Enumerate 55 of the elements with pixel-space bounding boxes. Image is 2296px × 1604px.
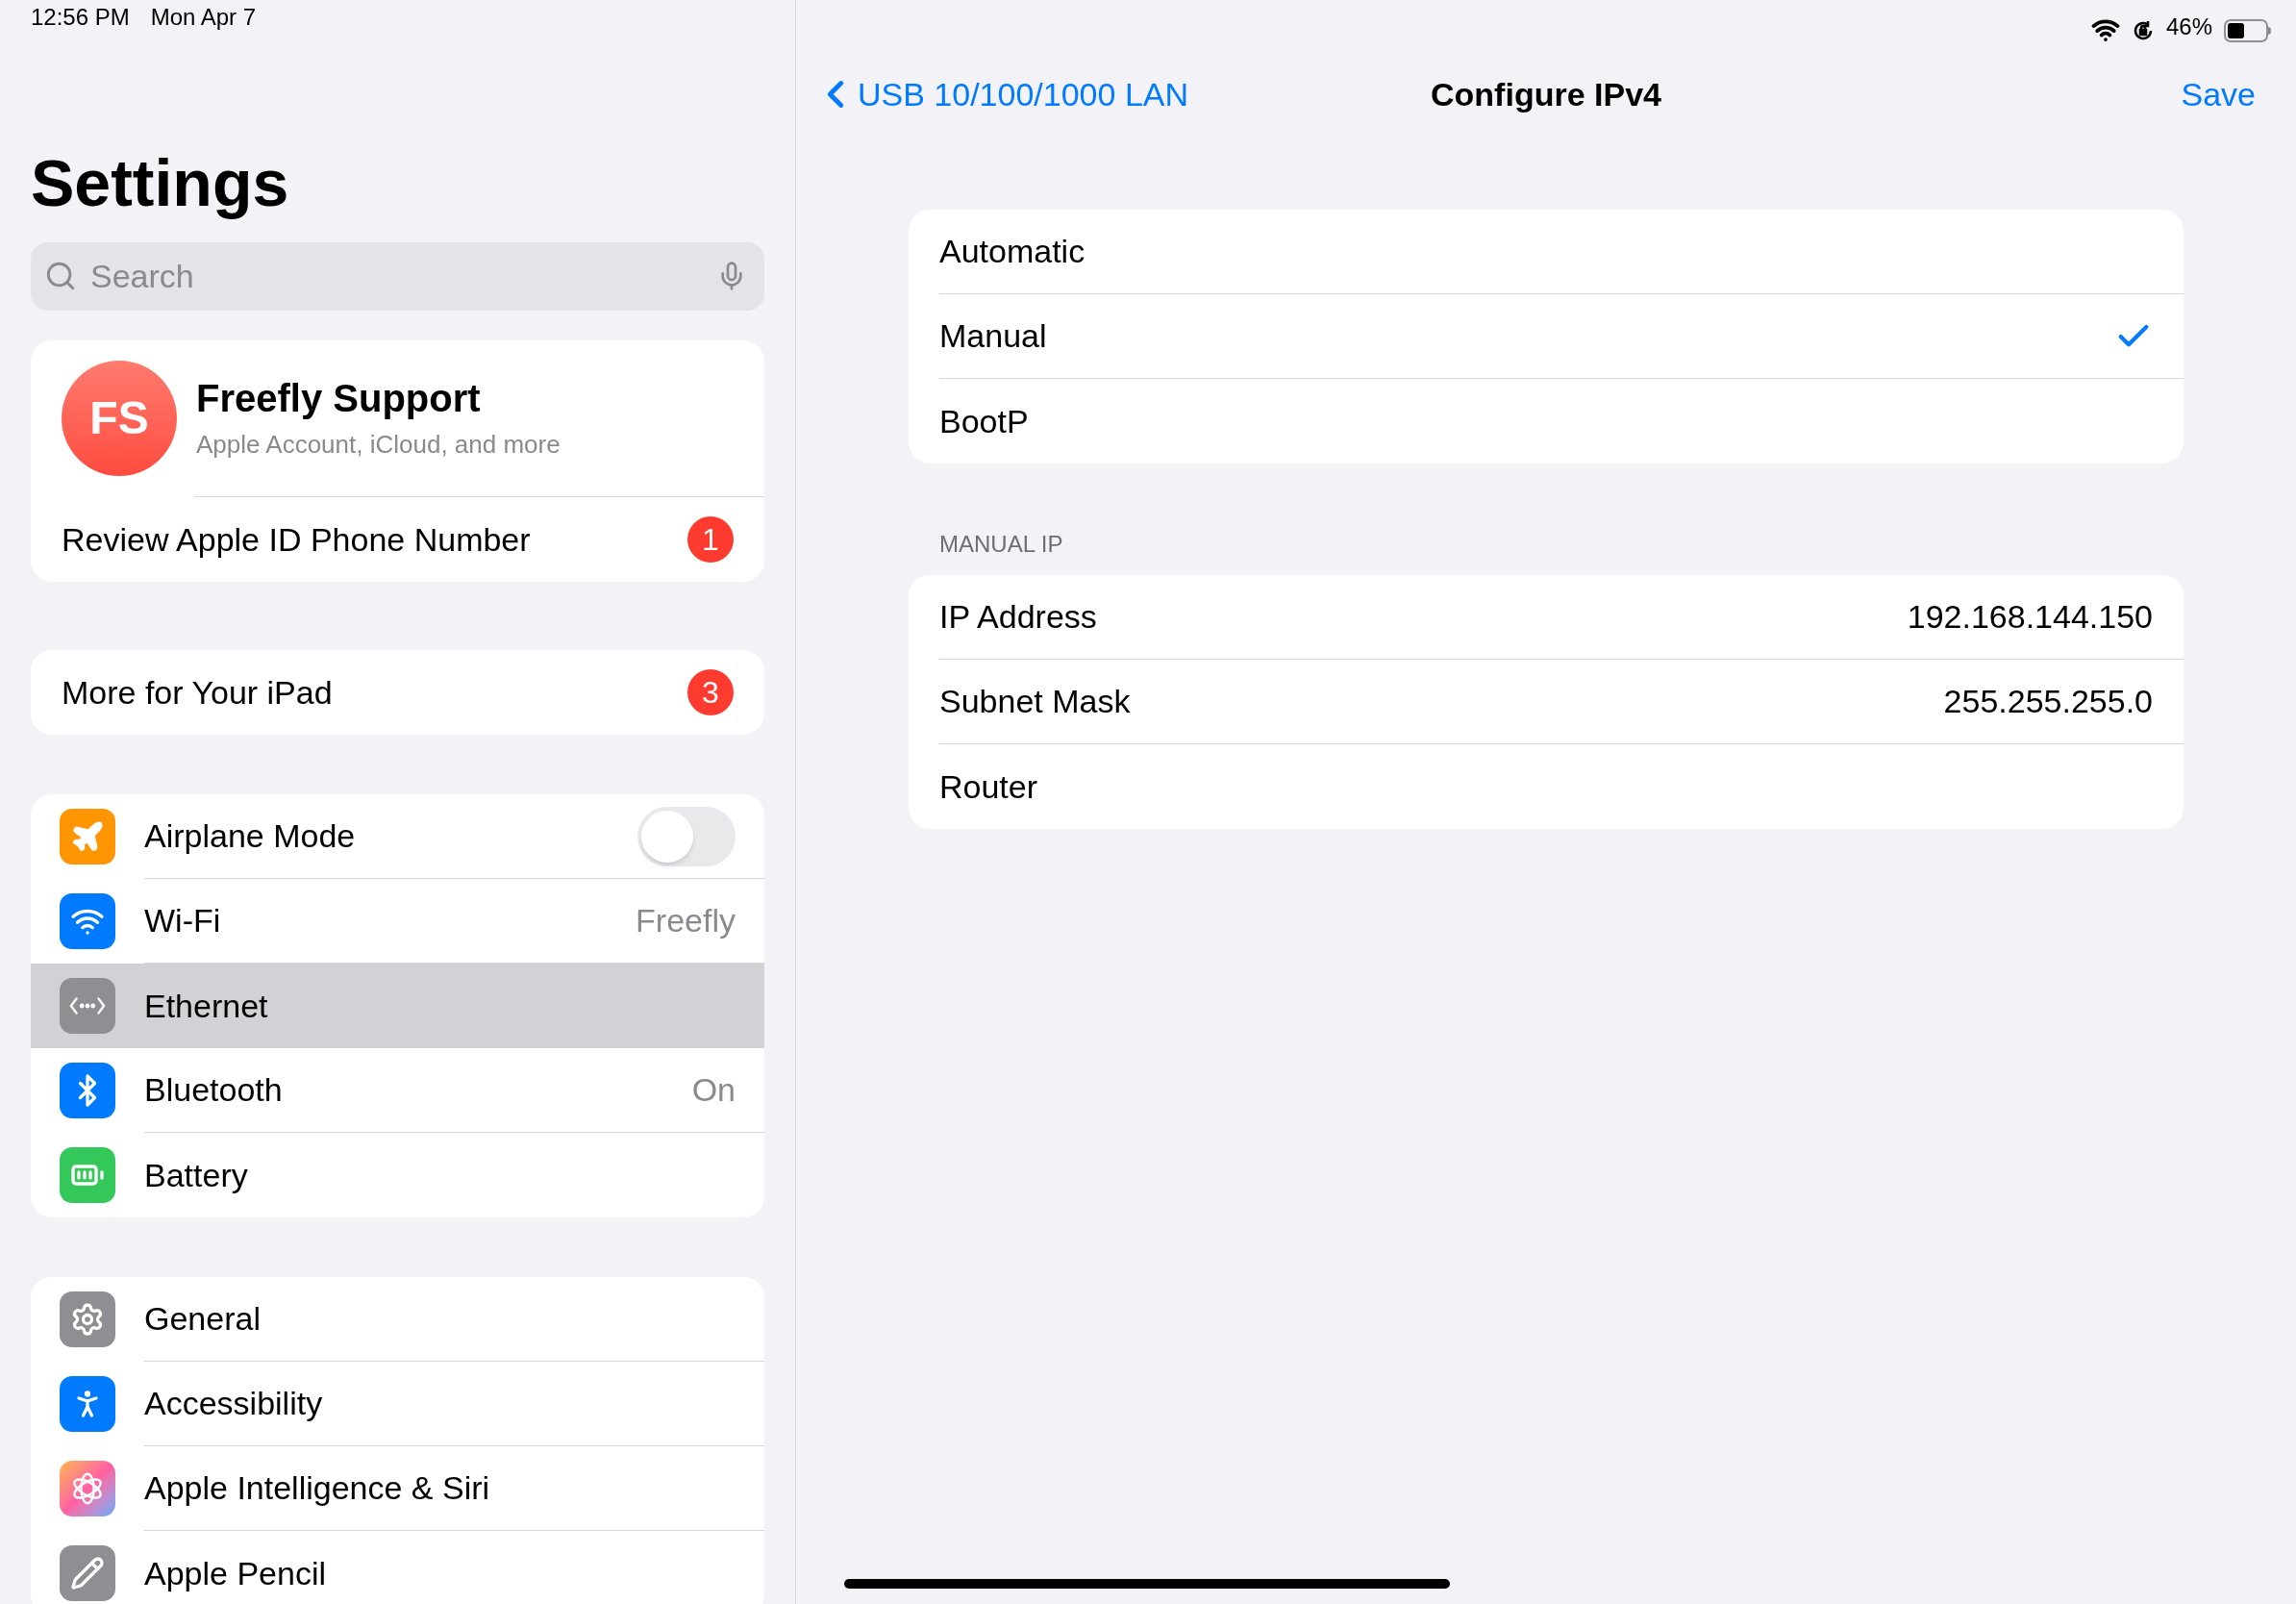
row-label: Ethernet [144, 986, 269, 1026]
pencil-icon [60, 1545, 115, 1601]
section-header: MANUAL IP [939, 530, 1064, 559]
flower-icon [60, 1461, 115, 1516]
bluetooth-icon [60, 1063, 115, 1118]
option-label: Manual [939, 316, 1048, 356]
status-date: Mon Apr 7 [150, 3, 257, 32]
settings-icon [60, 1291, 115, 1347]
option-row[interactable]: Automatic [909, 210, 2184, 294]
battery-icon [2224, 19, 2271, 42]
battery-icon [60, 1147, 115, 1203]
search-icon [44, 260, 77, 292]
row-value: On [691, 1070, 736, 1110]
accessibility-icon [60, 1376, 115, 1432]
field-label: IP Address [939, 597, 1098, 637]
field-row[interactable]: Subnet Mask 255.255.255.0 [909, 660, 2184, 744]
row-label: General [144, 1299, 262, 1339]
search-field[interactable]: Search [31, 242, 764, 311]
row-label: Accessibility [144, 1384, 324, 1423]
settings-row[interactable]: Review Apple ID Phone Number 1 [31, 497, 764, 582]
field-row[interactable]: Router [909, 744, 2184, 829]
field-value: 192.168.144.150 [1907, 597, 2153, 637]
option-label: BootP [939, 401, 1030, 441]
account-name: Freefly Support [196, 375, 482, 421]
account-subtitle: Apple Account, iCloud, and more [196, 428, 561, 461]
row-label: Battery [144, 1155, 249, 1195]
battery-percent: 46% [2165, 13, 2212, 41]
field-label: Router [939, 766, 1039, 807]
field-value: 255.255.255.0 [1943, 682, 2153, 721]
settings-row[interactable]: Ethernet [31, 964, 764, 1048]
save-button[interactable]: Save [2181, 69, 2256, 119]
row-label: Review Apple ID Phone Number [62, 519, 532, 560]
ethernet-icon [60, 978, 115, 1034]
notification-badge: 3 [687, 669, 734, 715]
airplane-icon [60, 809, 115, 865]
nav-title: Configure IPv4 [1431, 74, 1661, 114]
field-row[interactable]: IP Address 192.168.144.150 [909, 575, 2184, 660]
row-label: Airplane Mode [144, 816, 357, 856]
row-label: Wi-Fi [144, 901, 222, 940]
settings-row[interactable]: More for Your iPad 3 [31, 650, 764, 735]
row-label: Apple Intelligence & Siri [144, 1468, 491, 1508]
row-label: Bluetooth [144, 1070, 284, 1110]
wifi-icon [60, 893, 115, 949]
notification-badge: 1 [687, 516, 734, 563]
row-value: Freefly [636, 901, 736, 940]
row-label: More for Your iPad [62, 672, 334, 713]
option-row[interactable]: BootP [909, 379, 2184, 464]
option-row[interactable]: Manual [909, 294, 2184, 379]
back-button[interactable]: USB 10/100/1000 LAN [813, 69, 1189, 119]
row-label: Apple Pencil [144, 1553, 327, 1593]
account-row[interactable]: FS Freefly Support Apple Account, iCloud, and more [31, 340, 764, 496]
option-label: Automatic [939, 232, 1086, 271]
avatar: FS [62, 361, 177, 476]
field-label: Subnet Mask [939, 682, 1132, 721]
status-time: 12:56 PM [31, 3, 130, 32]
